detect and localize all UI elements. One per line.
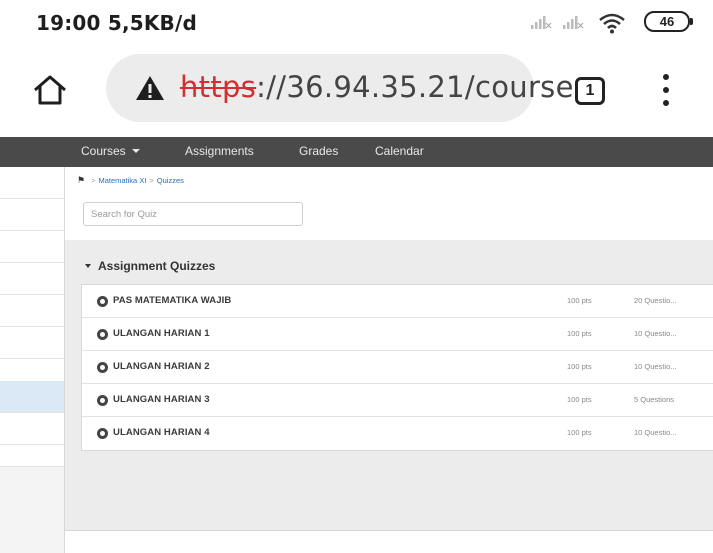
sidebar-item[interactable] <box>0 199 64 231</box>
sidebar-item[interactable] <box>0 167 64 199</box>
status-time-speed: 19:00 5,5KB/d <box>36 11 198 35</box>
quiz-group: Assignment Quizzes PAS MATEMATIKA WAJIB … <box>65 240 713 530</box>
sidebar-footer <box>0 467 64 553</box>
more-vert-icon[interactable] <box>661 74 671 108</box>
breadcrumb: ⚑ > Matematika XI > Quizzes <box>77 175 184 186</box>
nav-assignments[interactable]: Assignments <box>185 144 254 158</box>
caret-down-icon <box>85 264 91 268</box>
sidebar <box>0 167 64 467</box>
url-scheme: https <box>180 70 257 104</box>
group-header[interactable]: Assignment Quizzes <box>85 259 215 273</box>
quiz-row[interactable]: ULANGAN HARIAN 3 100 pts 5 Questions <box>82 384 713 417</box>
search-input[interactable]: Search for Quiz <box>83 202 303 226</box>
quiz-questions: 10 Questio... <box>634 329 677 338</box>
quiz-icon <box>97 362 108 373</box>
quiz-points: 100 pts <box>567 296 592 305</box>
browser-toolbar: https://36.94.35.21/course 1 <box>0 42 713 134</box>
quiz-points: 100 pts <box>567 395 592 404</box>
quiz-questions: 20 Questio... <box>634 296 677 305</box>
quiz-icon <box>97 428 108 439</box>
quiz-title[interactable]: ULANGAN HARIAN 2 <box>113 361 210 372</box>
quiz-title[interactable]: ULANGAN HARIAN 3 <box>113 394 210 405</box>
quiz-row[interactable]: ULANGAN HARIAN 1 100 pts 10 Questio... <box>82 318 713 351</box>
quiz-list: PAS MATEMATIKA WAJIB 100 pts 20 Questio.… <box>81 284 713 451</box>
phone-screen: 19:00 5,5KB/d 46 https://36.94.35.21/cou… <box>0 0 713 553</box>
quiz-title[interactable]: ULANGAN HARIAN 4 <box>113 427 210 438</box>
sidebar-item[interactable] <box>0 231 64 263</box>
signal-icon <box>530 14 552 30</box>
nav-courses[interactable]: Courses <box>81 144 140 158</box>
divider <box>65 530 713 531</box>
quiz-icon <box>97 329 108 340</box>
home-icon[interactable] <box>32 74 68 111</box>
nav-grades[interactable]: Grades <box>299 144 338 158</box>
quiz-row[interactable]: ULANGAN HARIAN 4 100 pts 10 Questio... <box>82 417 713 450</box>
quiz-questions: 10 Questio... <box>634 428 677 437</box>
quiz-title[interactable]: ULANGAN HARIAN 1 <box>113 328 210 339</box>
sidebar-item-active[interactable] <box>0 381 64 413</box>
home-breadcrumb-icon[interactable]: ⚑ <box>77 175 85 185</box>
quiz-points: 100 pts <box>567 329 592 338</box>
wifi-icon <box>598 12 626 39</box>
quiz-questions: 5 Questions <box>634 395 675 404</box>
quiz-title[interactable]: PAS MATEMATIKA WAJIB <box>113 295 231 306</box>
sidebar-item[interactable] <box>0 327 64 359</box>
main-content: ⚑ > Matematika XI > Quizzes Search for Quiz … <box>64 167 713 553</box>
chevron-down-icon <box>131 149 140 153</box>
quiz-points: 100 pts <box>567 362 592 371</box>
breadcrumb-separator: > <box>91 176 96 185</box>
quiz-questions: 10 Questio... <box>634 362 677 371</box>
quiz-icon <box>97 395 108 406</box>
sidebar-item[interactable] <box>0 295 64 327</box>
breadcrumb-page[interactable]: Quizzes <box>157 176 184 185</box>
address-bar[interactable]: https://36.94.35.21/course <box>106 54 573 122</box>
nav-courses-label: Courses <box>81 144 126 158</box>
signal-icon-2 <box>562 14 584 30</box>
tabs-button[interactable]: 1 <box>575 77 605 105</box>
sidebar-item[interactable] <box>0 435 64 467</box>
quiz-row[interactable]: ULANGAN HARIAN 2 100 pts 10 Questio... <box>82 351 713 384</box>
nav-calendar[interactable]: Calendar <box>375 144 424 158</box>
status-bar: 19:00 5,5KB/d 46 <box>0 0 713 40</box>
breadcrumb-separator: > <box>149 176 154 185</box>
battery-indicator: 46 <box>644 11 693 32</box>
quiz-icon <box>97 296 108 307</box>
quiz-row[interactable]: PAS MATEMATIKA WAJIB 100 pts 20 Questio.… <box>82 285 713 318</box>
quiz-points: 100 pts <box>567 428 592 437</box>
url-text[interactable]: https://36.94.35.21/course <box>180 70 574 104</box>
group-title: Assignment Quizzes <box>98 259 216 273</box>
breadcrumb-course[interactable]: Matematika XI <box>98 176 146 185</box>
site-nav: Courses Assignments Grades Calendar <box>0 137 713 167</box>
sidebar-item[interactable] <box>0 263 64 295</box>
url-host-path: ://36.94.35.21/course <box>256 70 574 104</box>
warning-icon[interactable] <box>134 74 166 107</box>
